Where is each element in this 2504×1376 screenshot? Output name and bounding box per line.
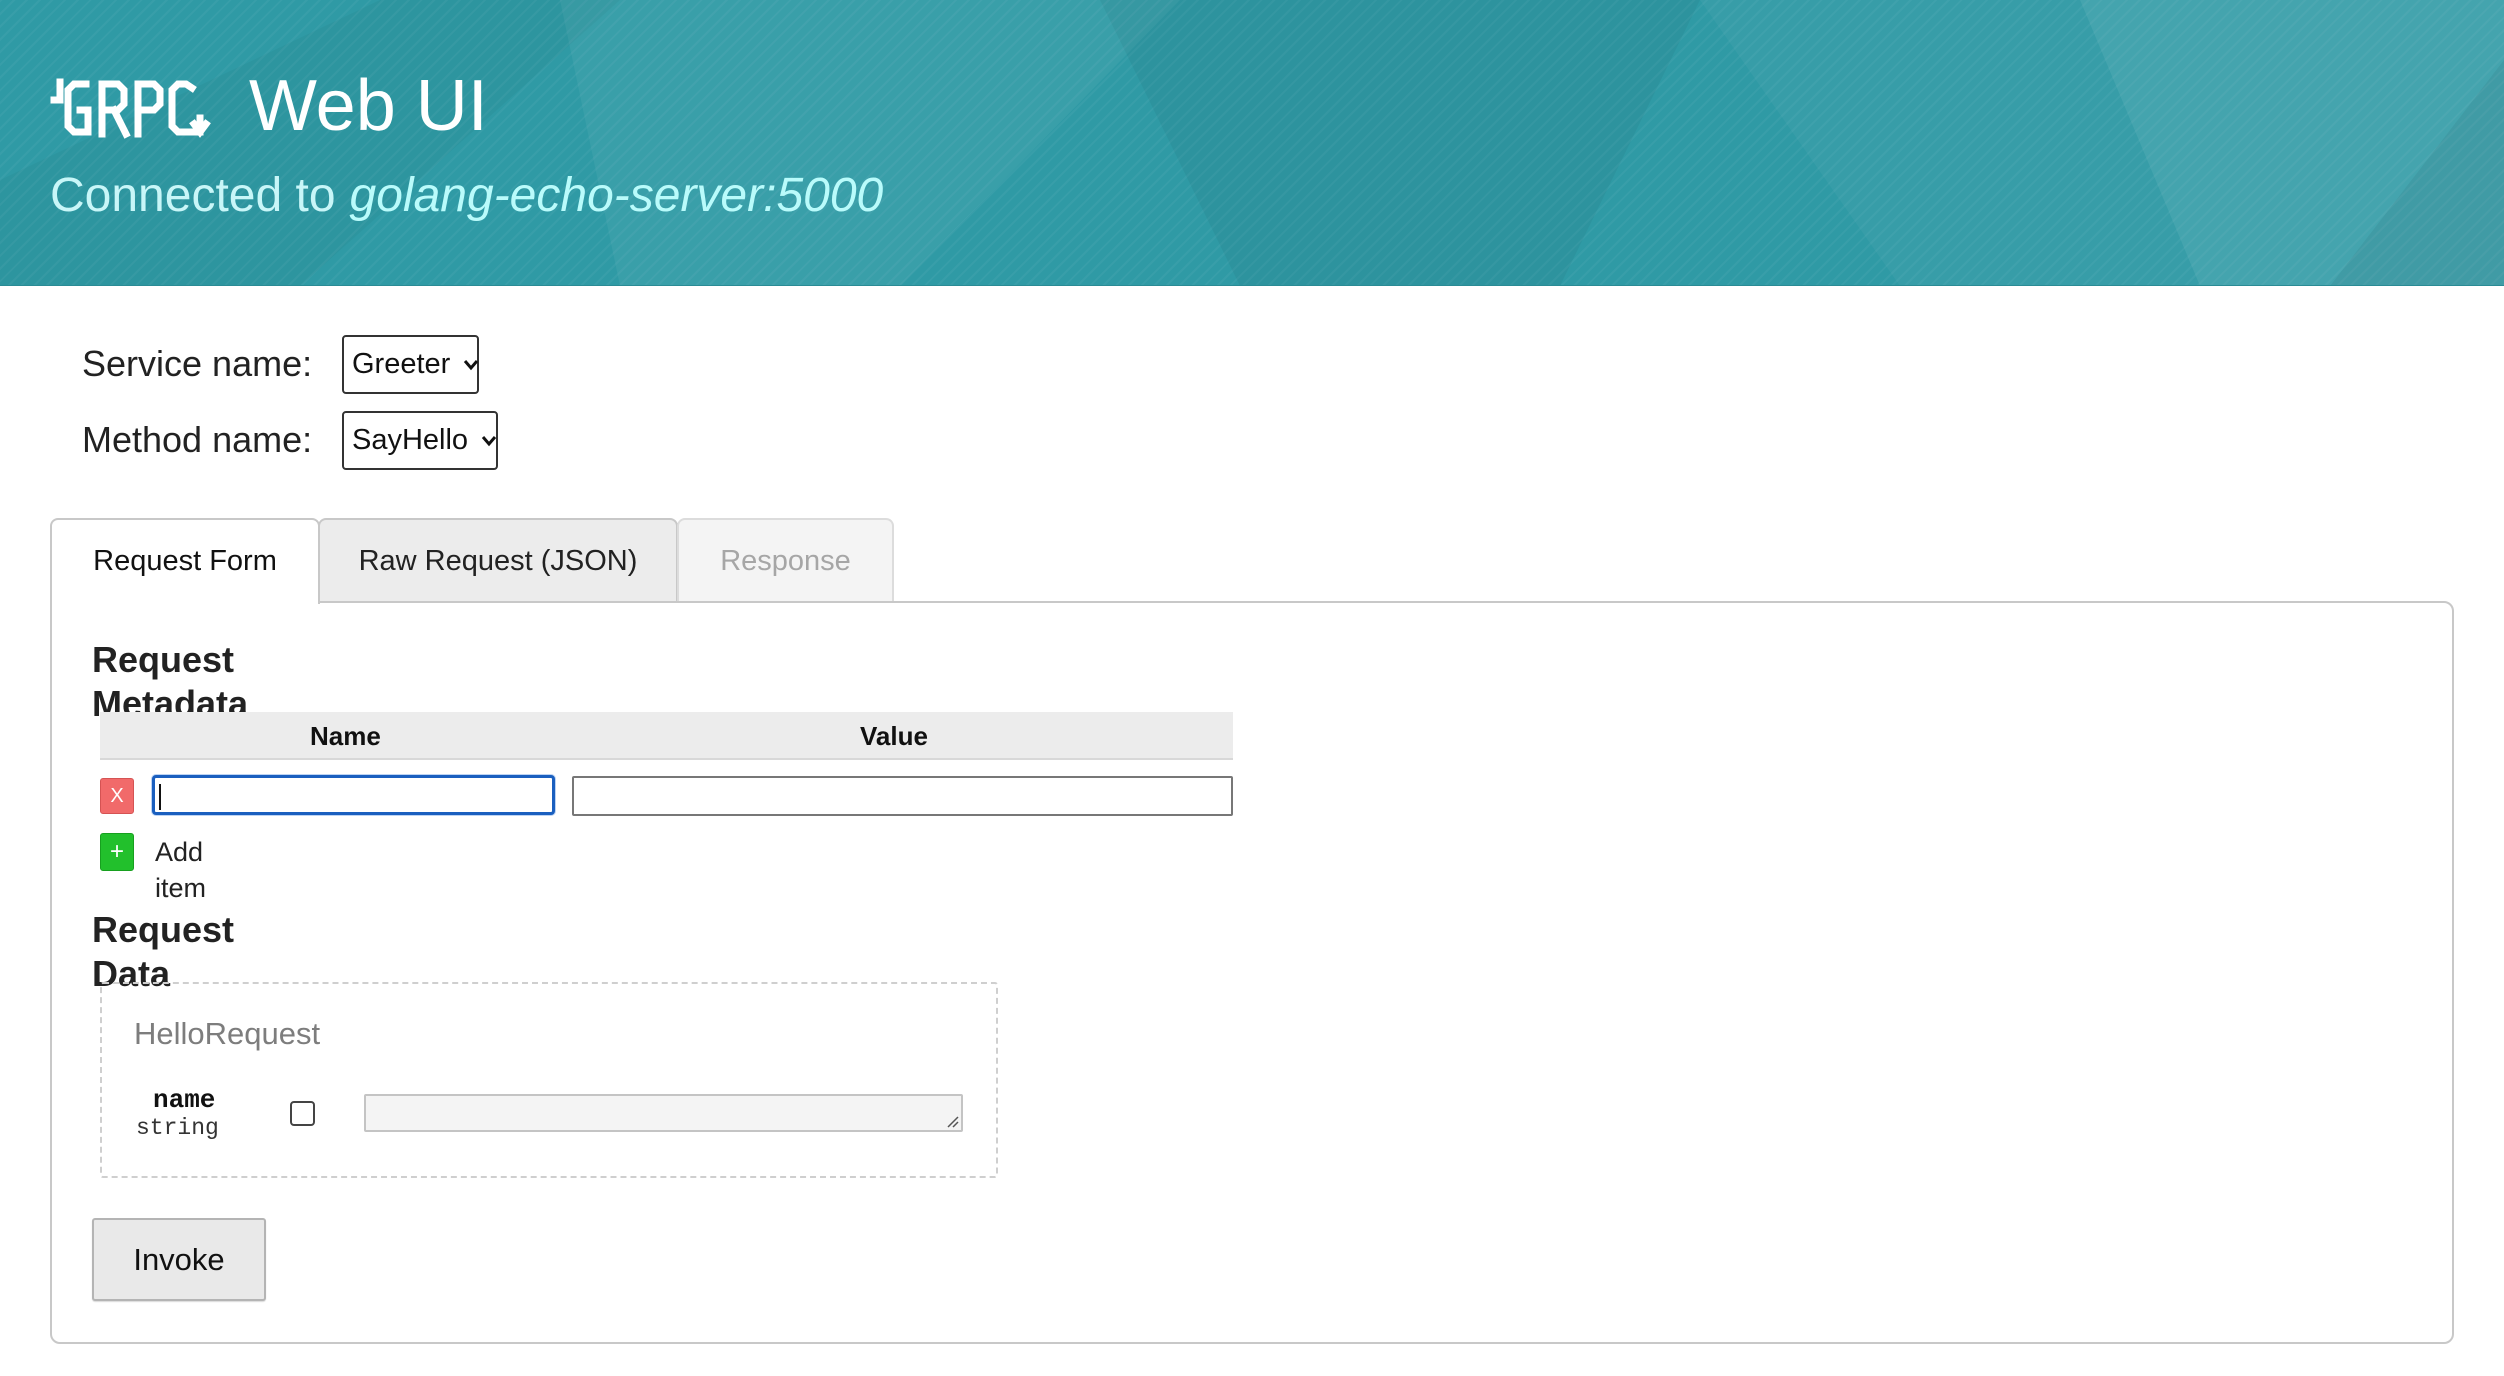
metadata-table-header: Name Value: [100, 712, 1233, 760]
metadata-value-input[interactable]: [572, 776, 1233, 816]
service-name-label: Service name:: [82, 343, 313, 384]
tab-response[interactable]: Response: [677, 518, 894, 602]
column-header-name: Name: [310, 721, 381, 751]
service-name-select[interactable]: Greeter: [342, 335, 479, 394]
text-caret: [159, 784, 161, 810]
field-type-label: string: [136, 1115, 219, 1141]
service-name-value: Greeter: [352, 348, 451, 380]
app-title: Web UI: [249, 66, 488, 146]
tab-request-form[interactable]: Request Form: [50, 518, 320, 604]
chevron-down-icon: [464, 360, 479, 371]
field-name-label: name: [153, 1085, 216, 1115]
add-item-button[interactable]: +: [100, 833, 134, 871]
invoke-button[interactable]: Invoke: [92, 1218, 266, 1301]
connected-prefix: Connected to: [50, 169, 336, 222]
metadata-name-input[interactable]: [152, 775, 555, 815]
field-null-checkbox[interactable]: [290, 1101, 315, 1126]
add-item-label[interactable]: Add item: [155, 834, 206, 906]
server-address: golang-echo-server:5000: [349, 169, 884, 222]
message-type-label: HelloRequest: [134, 1016, 321, 1051]
field-value-textarea[interactable]: [364, 1094, 963, 1132]
delete-row-button[interactable]: X: [100, 778, 134, 814]
column-header-value: Value: [860, 721, 928, 751]
method-name-label: Method name:: [82, 419, 313, 460]
resize-grip-icon[interactable]: [945, 1114, 959, 1128]
connection-status: Connected to golang-echo-server:5000: [50, 166, 883, 226]
chevron-down-icon: [481, 436, 497, 447]
page-header: Web UI Connected to golang-echo-server:50…: [0, 0, 2504, 286]
grpc-logo: [50, 78, 211, 139]
method-name-select[interactable]: SayHello: [342, 411, 498, 470]
message-fieldset: [100, 982, 998, 1178]
method-name-value: SayHello: [352, 424, 469, 456]
tab-raw-request[interactable]: Raw Request (JSON): [318, 518, 678, 602]
